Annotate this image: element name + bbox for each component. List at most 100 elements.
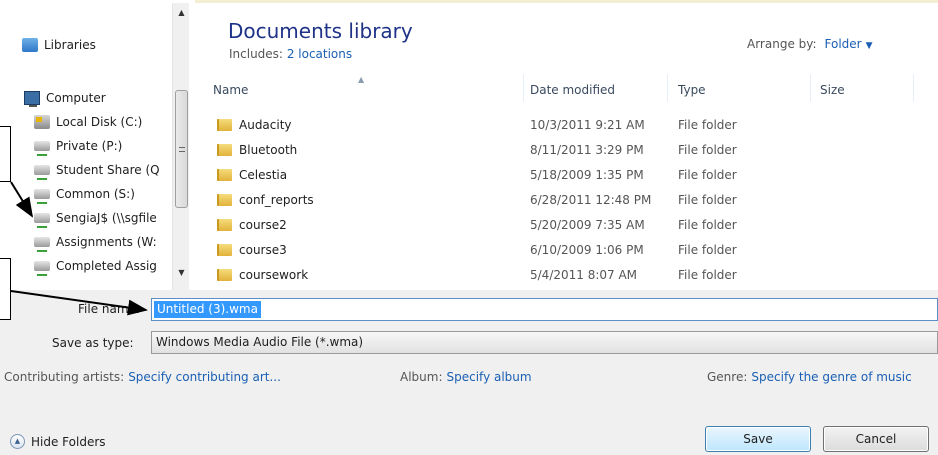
file-date: 6/10/2009 1:06 PM xyxy=(530,243,644,257)
genre-value[interactable]: Specify the genre of music xyxy=(751,370,911,384)
folder-icon xyxy=(217,119,232,131)
file-name-input[interactable]: Untitled (3).wma xyxy=(151,298,938,321)
cancel-button[interactable]: Cancel xyxy=(823,426,929,452)
file-name: Celestia xyxy=(239,168,288,182)
local-disk-icon xyxy=(34,115,50,129)
nav-item-label: Private (P:) xyxy=(56,139,123,153)
nav-item-drive[interactable]: Student Share (Q xyxy=(34,163,160,180)
grip-icon xyxy=(179,147,185,152)
collapse-up-icon: ▲ xyxy=(10,434,25,449)
column-divider[interactable] xyxy=(913,74,914,102)
folder-icon xyxy=(217,219,232,231)
arrange-by[interactable]: Arrange by: Folder ▼ xyxy=(747,37,873,51)
nav-item-drive[interactable]: Local Disk (C:) xyxy=(34,115,142,129)
file-name: Audacity xyxy=(239,118,292,132)
column-header-size[interactable]: Size xyxy=(820,83,845,97)
folder-icon xyxy=(217,194,232,206)
dropdown-caret-icon[interactable]: ▼ xyxy=(866,41,873,51)
file-row[interactable]: coursework 5/4/2011 8:07 AM File folder xyxy=(213,263,913,288)
album-label: Album: xyxy=(400,370,443,384)
nav-item-label: Local Disk (C:) xyxy=(56,115,143,129)
includes-label: Includes: xyxy=(229,47,283,61)
save-type-value: Windows Media Audio File (*.wma) xyxy=(156,335,364,349)
nav-item-label: Computer xyxy=(46,91,106,105)
nav-item-label: Student Share (Q xyxy=(56,163,160,177)
file-type: File folder xyxy=(678,118,737,132)
column-header-name[interactable]: Name xyxy=(213,83,248,97)
callout-box xyxy=(0,258,11,320)
arrange-value[interactable]: Folder xyxy=(825,37,862,51)
nav-item-computer[interactable]: Computer xyxy=(24,91,106,107)
nav-scrollbar[interactable]: ▲ ▼ xyxy=(172,3,189,290)
file-type: File folder xyxy=(678,193,737,207)
artists-label: Contributing artists: xyxy=(4,370,125,384)
network-drive-icon xyxy=(34,237,50,252)
nav-item-drive[interactable]: Completed Assig xyxy=(34,259,157,276)
genre-field: Genre: Specify the genre of music xyxy=(707,370,912,384)
nav-item-label: Assignments (W: xyxy=(56,235,157,249)
libraries-icon xyxy=(22,38,38,52)
scroll-down-icon[interactable]: ▼ xyxy=(173,265,190,281)
file-row[interactable]: course3 6/10/2009 1:06 PM File folder xyxy=(213,238,913,263)
file-row[interactable]: conf_reports 6/28/2011 12:48 PM File fol… xyxy=(213,188,913,213)
file-date: 5/18/2009 1:35 PM xyxy=(530,168,644,182)
nav-item-drive[interactable]: Private (P:) xyxy=(34,139,123,156)
computer-icon xyxy=(24,91,40,107)
hide-folders-button[interactable]: ▲ Hide Folders xyxy=(10,434,106,449)
callout-box xyxy=(0,126,11,182)
file-name: course2 xyxy=(239,218,287,232)
nav-item-label: SengiaJ$ (\\sgfile xyxy=(56,211,157,225)
navigation-pane: Libraries Computer Local Disk (C:) Priva… xyxy=(0,0,190,290)
file-type: File folder xyxy=(678,218,737,232)
file-date: 5/20/2009 7:35 AM xyxy=(530,218,645,232)
file-name: Bluetooth xyxy=(239,143,298,157)
album-value[interactable]: Specify album xyxy=(447,370,532,384)
top-border xyxy=(195,0,938,3)
file-row[interactable]: Celestia 5/18/2009 1:35 PM File folder xyxy=(213,163,913,188)
nav-item-drive[interactable]: SengiaJ$ (\\sgfile xyxy=(34,211,157,228)
nav-item-drive[interactable]: Assignments (W: xyxy=(34,235,157,252)
file-row[interactable]: Bluetooth 8/11/2011 3:29 PM File folder xyxy=(213,138,913,163)
scrollbar-thumb[interactable] xyxy=(175,90,188,208)
network-drive-icon xyxy=(34,165,50,180)
file-date: 8/11/2011 3:29 PM xyxy=(530,143,644,157)
column-header-type[interactable]: Type xyxy=(678,83,706,97)
nav-item-label: Common (S:) xyxy=(56,187,135,201)
file-date: 6/28/2011 12:48 PM xyxy=(530,193,652,207)
column-divider[interactable] xyxy=(523,74,524,102)
contributing-artists-field: Contributing artists: Specify contributin… xyxy=(4,370,281,384)
file-type: File folder xyxy=(678,268,737,282)
folder-icon xyxy=(217,169,232,181)
network-drive-icon xyxy=(34,189,50,204)
hide-folders-label: Hide Folders xyxy=(31,434,106,449)
folder-icon xyxy=(217,244,232,256)
file-name-label: File name: xyxy=(78,302,140,316)
file-name-value[interactable]: Untitled (3).wma xyxy=(154,301,261,318)
folder-icon xyxy=(217,269,232,281)
scroll-up-icon[interactable]: ▲ xyxy=(173,5,190,21)
file-name: course3 xyxy=(239,243,287,257)
library-title: Documents library xyxy=(228,19,413,43)
network-drive-icon xyxy=(34,213,50,228)
file-name: conf_reports xyxy=(239,193,314,207)
nav-item-drive[interactable]: Common (S:) xyxy=(34,187,135,204)
includes-locations-link[interactable]: 2 locations xyxy=(287,47,352,61)
column-divider[interactable] xyxy=(810,74,811,102)
network-drive-icon xyxy=(34,141,50,156)
library-includes: Includes: 2 locations xyxy=(229,47,352,61)
file-type: File folder xyxy=(678,168,737,182)
file-name: coursework xyxy=(239,268,309,282)
save-type-select[interactable]: Windows Media Audio File (*.wma) xyxy=(151,331,938,354)
artists-value[interactable]: Specify contributing art... xyxy=(128,370,281,384)
column-header-date[interactable]: Date modified xyxy=(530,83,615,97)
column-divider[interactable] xyxy=(667,74,668,102)
file-date: 5/4/2011 8:07 AM xyxy=(530,268,638,282)
nav-item-libraries[interactable]: Libraries xyxy=(22,38,96,52)
nav-item-label: Completed Assig xyxy=(56,259,157,273)
file-row[interactable]: Audacity 10/3/2011 9:21 AM File folder xyxy=(213,113,913,138)
save-button[interactable]: Save xyxy=(705,426,811,452)
album-field: Album: Specify album xyxy=(400,370,532,384)
genre-label: Genre: xyxy=(707,370,748,384)
nav-item-label: Libraries xyxy=(44,38,96,52)
file-row[interactable]: course2 5/20/2009 7:35 AM File folder xyxy=(213,213,913,238)
